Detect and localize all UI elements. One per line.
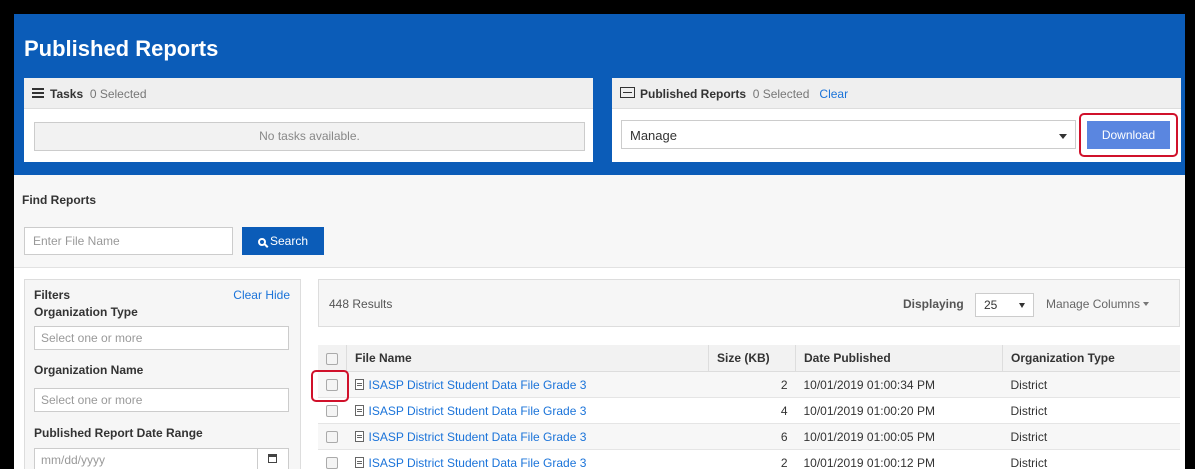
published-selected-count: 0 Selected — [752, 87, 810, 101]
tasks-list-icon — [32, 88, 44, 90]
row-checkbox[interactable] — [326, 405, 338, 418]
row-checkbox[interactable] — [326, 431, 338, 444]
find-reports-section: Find Reports Search — [14, 175, 1185, 268]
tasks-title: Tasks — [50, 87, 84, 101]
date-published: 10/01/2019 01:00:12 PM — [795, 449, 1003, 469]
published-clear-link[interactable]: Clear — [819, 87, 848, 101]
manage-select[interactable]: Manage — [621, 120, 1076, 149]
find-reports-title: Find Reports — [22, 193, 96, 207]
row-checkbox-highlight — [311, 370, 349, 402]
calendar-icon[interactable] — [257, 449, 288, 469]
file-link[interactable]: ISASP District Student Data File Grade 3 — [369, 404, 587, 418]
file-icon — [354, 404, 364, 416]
file-link[interactable]: ISASP District Student Data File Grade 3 — [369, 456, 587, 469]
org-name-label: Organization Name — [34, 363, 144, 377]
results-panel: 448 Results Displaying 25 Manage Columns… — [311, 279, 1180, 469]
organization-type: District — [1002, 449, 1180, 469]
select-all-checkbox[interactable] — [326, 352, 338, 365]
file-icon — [354, 378, 364, 390]
header-file-name[interactable]: File Name — [346, 345, 709, 372]
file-icon — [354, 456, 364, 468]
caret-down-icon — [1143, 302, 1150, 306]
page-size-select[interactable]: 25 — [975, 293, 1034, 317]
download-highlight — [1079, 113, 1178, 157]
search-button[interactable]: Search — [242, 227, 324, 255]
filters-hide-link[interactable]: Hide — [265, 288, 290, 302]
displaying-label: Displaying — [903, 297, 964, 311]
header-size[interactable]: Size (KB) — [708, 345, 796, 372]
table-row: ISASP District Student Data File Grade 3… — [318, 371, 1180, 398]
org-type-select[interactable]: Select one or more — [34, 326, 289, 350]
row-checkbox[interactable] — [326, 457, 338, 469]
manage-columns-button[interactable]: Manage Columns — [1046, 297, 1150, 311]
table-row: ISASP District Student Data File Grade 3… — [318, 449, 1180, 469]
app-frame: Published Reports Tasks 0 Selected No ta… — [14, 14, 1185, 469]
published-reports-panel-header: Published Reports 0 Selected Clear — [612, 78, 1181, 109]
caret-down-icon — [1019, 303, 1025, 308]
date-range-input[interactable]: mm/dd/yyyy — [34, 448, 289, 469]
filters-panel: Filters Clear Hide Organization Type Sel… — [24, 279, 301, 469]
date-placeholder: mm/dd/yyyy — [41, 453, 106, 467]
file-size: 6 — [708, 423, 796, 450]
manage-columns-label: Manage Columns — [1046, 297, 1141, 311]
organization-type: District — [1002, 423, 1180, 450]
header-organization-type[interactable]: Organization Type — [1002, 345, 1180, 372]
tasks-panel-header: Tasks 0 Selected — [24, 78, 593, 109]
file-size: 4 — [708, 397, 796, 424]
search-icon — [257, 238, 266, 246]
header-banner: Published Reports Tasks 0 Selected No ta… — [14, 14, 1185, 175]
page-size-value: 25 — [984, 298, 998, 312]
select-all-cell — [318, 345, 347, 372]
date-published: 10/01/2019 01:00:34 PM — [795, 371, 1003, 398]
file-size: 2 — [708, 371, 796, 398]
results-toolbar: 448 Results Displaying 25 Manage Columns — [318, 279, 1180, 327]
organization-type: District — [1002, 397, 1180, 424]
results-count: 448 Results — [329, 297, 393, 311]
table-row: ISASP District Student Data File Grade 3… — [318, 423, 1180, 450]
table-row: ISASP District Student Data File Grade 3… — [318, 397, 1180, 424]
file-name-search-input[interactable] — [24, 227, 233, 255]
filters-clear-link[interactable]: Clear — [233, 288, 262, 302]
file-icon — [354, 430, 364, 442]
filters-title: Filters — [34, 288, 71, 302]
organization-type: District — [1002, 371, 1180, 398]
reports-table: File Name Size (KB) Date Published Organ… — [318, 345, 1180, 469]
reports-list-icon — [620, 87, 635, 98]
tasks-panel: Tasks 0 Selected No tasks available. — [24, 78, 593, 162]
caret-down-icon — [1059, 134, 1067, 139]
table-header-row: File Name Size (KB) Date Published Organ… — [318, 345, 1180, 372]
date-range-label: Published Report Date Range — [34, 426, 203, 440]
published-reports-title: Published Reports — [640, 87, 747, 101]
date-published: 10/01/2019 01:00:05 PM — [795, 423, 1003, 450]
manage-select-value: Manage — [630, 128, 677, 143]
search-button-label: Search — [269, 234, 309, 248]
page-title: Published Reports — [24, 36, 219, 61]
org-type-label: Organization Type — [34, 305, 138, 319]
header-date-published[interactable]: Date Published — [795, 345, 1003, 372]
no-tasks-message: No tasks available. — [34, 122, 585, 151]
published-reports-panel: Published Reports 0 Selected Clear Manag… — [612, 78, 1181, 162]
file-link[interactable]: ISASP District Student Data File Grade 3 — [369, 430, 587, 444]
tasks-selected-count: 0 Selected — [89, 87, 147, 101]
org-name-select[interactable]: Select one or more — [34, 388, 289, 412]
date-published: 10/01/2019 01:00:20 PM — [795, 397, 1003, 424]
file-size: 2 — [708, 449, 796, 469]
file-link[interactable]: ISASP District Student Data File Grade 3 — [369, 378, 587, 392]
